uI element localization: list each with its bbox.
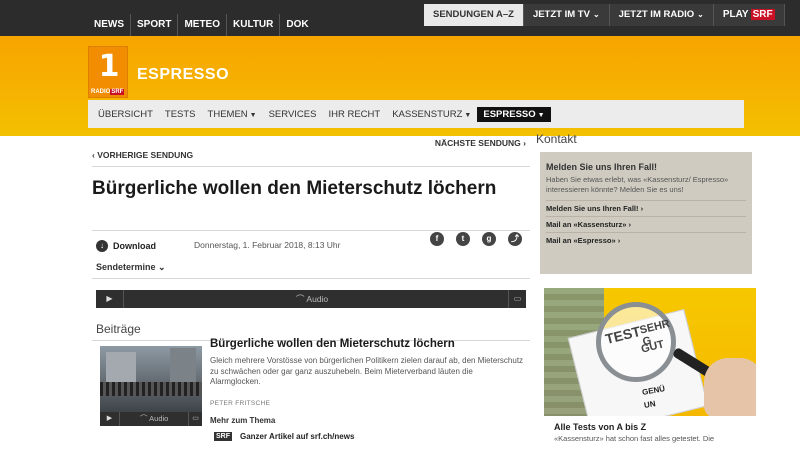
- caret-down-icon: ▼: [464, 111, 472, 119]
- mail-kassensturz-link[interactable]: Mail an «Kassensturz» ›: [546, 217, 746, 233]
- download-icon: ↓: [96, 240, 108, 252]
- play-srf-badge: SRF: [750, 9, 775, 20]
- thumbnail-crowd: [100, 382, 202, 396]
- story-title[interactable]: Bürgerliche wollen den Mieterschutz löch…: [210, 338, 455, 350]
- tests-teaser-title: Alle Tests von A bis Z: [554, 422, 647, 432]
- download-label: Download: [113, 241, 156, 251]
- audio-label: ⌒ Audio: [296, 290, 328, 308]
- site-title[interactable]: ESPRESSO: [137, 66, 229, 84]
- subnav-espresso-label: ESPRESSO: [483, 108, 536, 120]
- audio-label: ⌒ Audio: [140, 412, 168, 426]
- divider: [92, 278, 530, 279]
- divider: [92, 166, 530, 167]
- jetzt-im-radio-label: JETZT IM RADIO: [618, 9, 695, 20]
- episode-nav: NÄCHSTE SENDUNG › ‹ VORHERIGE SENDUNG: [92, 136, 530, 160]
- subnav-tests[interactable]: TESTS: [159, 109, 202, 120]
- contact-box-title: Melden Sie uns Ihren Fall!: [546, 162, 658, 172]
- tests-teaser-text: «Kassensturz» hat schon fast alles getes…: [554, 434, 715, 443]
- sendetermine-toggle[interactable]: Sendetermine ⌄: [96, 262, 166, 273]
- audio-text: Audio: [306, 294, 329, 304]
- story-thumbnail[interactable]: [100, 346, 202, 412]
- google-plus-icon[interactable]: g: [482, 232, 496, 246]
- story-author: PETER FRITSCHE: [210, 400, 271, 407]
- play-srf-link[interactable]: PLAY SRF: [713, 4, 785, 26]
- more-on-topic-heading: Mehr zum Thema: [210, 416, 276, 425]
- audio-player: ▶ ⌒ Audio ▭: [96, 290, 526, 308]
- play-icon[interactable]: ▶: [96, 290, 124, 308]
- audio-text: Audio: [149, 414, 169, 423]
- subnav-kassensturz[interactable]: KASSENSTURZ ▼: [386, 109, 477, 120]
- top-nav-sport[interactable]: SPORT: [131, 14, 179, 36]
- share-icon[interactable]: ⤴: [508, 232, 522, 246]
- logo-radio-label: RADIO: [91, 89, 111, 95]
- contact-box: Melden Sie uns Ihren Fall! Haben Sie etw…: [540, 152, 752, 274]
- subnav-ihr-recht[interactable]: IHR RECHT: [322, 109, 386, 120]
- caret-down-icon: ▼: [249, 111, 257, 119]
- tests-teaser-image[interactable]: TEST SEHR G GUT GENÜ UN: [544, 288, 756, 416]
- report-case-link[interactable]: Melden Sie uns Ihren Fall! ›: [546, 200, 746, 217]
- tests-teaser-caption[interactable]: Alle Tests von A bis Z «Kassensturz» hat…: [544, 416, 756, 449]
- hand-image: [704, 358, 756, 416]
- magnifier-icon: TEST SEHR G GUT: [596, 302, 676, 382]
- popout-icon[interactable]: ▭: [188, 412, 202, 426]
- story-audio-player: ▶ ⌒ Audio ▭: [100, 412, 202, 426]
- facebook-icon[interactable]: f: [430, 232, 444, 246]
- top-nav-news[interactable]: NEWS: [88, 14, 131, 36]
- chevron-down-icon: ⌄: [697, 10, 704, 19]
- subnav-espresso[interactable]: ESPRESSO ▼: [477, 106, 551, 122]
- story-teaser: Gleich mehrere Vorstösse von bürgerliche…: [210, 356, 524, 386]
- logo-srf-label: SRF: [110, 89, 125, 95]
- headphones-icon: ⌒: [296, 294, 305, 304]
- play-label: PLAY SRF: [723, 9, 775, 20]
- caret-down-icon: ▼: [537, 111, 545, 119]
- subnav-uebersicht[interactable]: ÜBERSICHT: [92, 109, 159, 120]
- contact-box-text: Haben Sie etwas erlebt, was «Kassensturz…: [546, 175, 729, 194]
- play-icon[interactable]: ▶: [100, 412, 120, 426]
- logo-radio-text: RADIOSRF: [91, 89, 125, 95]
- secondary-nav: ÜBERSICHT TESTS THEMEN ▼ SERVICES IHR REC…: [88, 100, 744, 128]
- subnav-kassensturz-label: KASSENSTURZ: [392, 108, 463, 120]
- top-nav: NEWS SPORT METEO KULTUR DOK: [88, 14, 315, 36]
- subnav-themen-label: THEMEN: [207, 108, 248, 120]
- subnav-services[interactable]: SERVICES: [263, 109, 323, 120]
- right-nav: SENDUNGEN A–Z JETZT IM TV ⌄ JETZT IM RADI…: [424, 4, 785, 26]
- chevron-down-icon: ⌄: [158, 262, 166, 272]
- logo-number: 1: [98, 49, 120, 84]
- download-button[interactable]: ↓ Download: [96, 240, 156, 252]
- chevron-down-icon: ⌄: [592, 10, 600, 19]
- srf-badge: SRF: [214, 432, 232, 441]
- headphones-icon: ⌒: [140, 414, 148, 423]
- twitter-icon[interactable]: t: [456, 232, 470, 246]
- srf-news-link-label: Ganzer Artikel auf srf.ch/news: [240, 432, 355, 441]
- jetzt-im-tv-label: JETZT IM TV: [532, 9, 590, 20]
- top-nav-meteo[interactable]: METEO: [178, 14, 228, 36]
- previous-episode-link[interactable]: ‹ VORHERIGE SENDUNG: [92, 150, 193, 160]
- kontakt-heading: Kontakt: [536, 132, 577, 146]
- broadcast-date: Donnerstag, 1. Februar 2018, 8:13 Uhr: [194, 240, 341, 250]
- subnav-themen[interactable]: THEMEN ▼: [202, 109, 263, 120]
- divider: [92, 230, 530, 231]
- sendungen-az-tab[interactable]: SENDUNGEN A–Z: [424, 4, 524, 26]
- next-episode-link[interactable]: NÄCHSTE SENDUNG ›: [435, 138, 526, 148]
- share-buttons: f t g ⤴: [418, 232, 522, 246]
- article-title: Bürgerliche wollen den Mieterschutz löch…: [92, 178, 497, 199]
- sendetermine-label: Sendetermine: [96, 262, 156, 272]
- jetzt-im-radio-tab[interactable]: JETZT IM RADIO ⌄: [609, 4, 714, 26]
- top-nav-kultur[interactable]: KULTUR: [227, 14, 281, 36]
- popout-icon[interactable]: ▭: [508, 290, 526, 308]
- top-nav-dok[interactable]: DOK: [280, 14, 314, 36]
- top-bar: NEWS SPORT METEO KULTUR DOK SENDUNGEN A–…: [0, 0, 800, 36]
- radio-srf-1-logo[interactable]: 1 RADIOSRF: [88, 46, 128, 98]
- lens-test-text: TEST: [603, 322, 643, 348]
- mail-espresso-link[interactable]: Mail an «Espresso» ›: [546, 233, 746, 248]
- beitraege-heading: Beiträge: [96, 322, 141, 336]
- jetzt-im-tv-tab[interactable]: JETZT IM TV ⌄: [523, 4, 610, 26]
- srf-news-link[interactable]: SRF Ganzer Artikel auf srf.ch/news: [214, 432, 354, 441]
- play-text: PLAY: [722, 9, 749, 20]
